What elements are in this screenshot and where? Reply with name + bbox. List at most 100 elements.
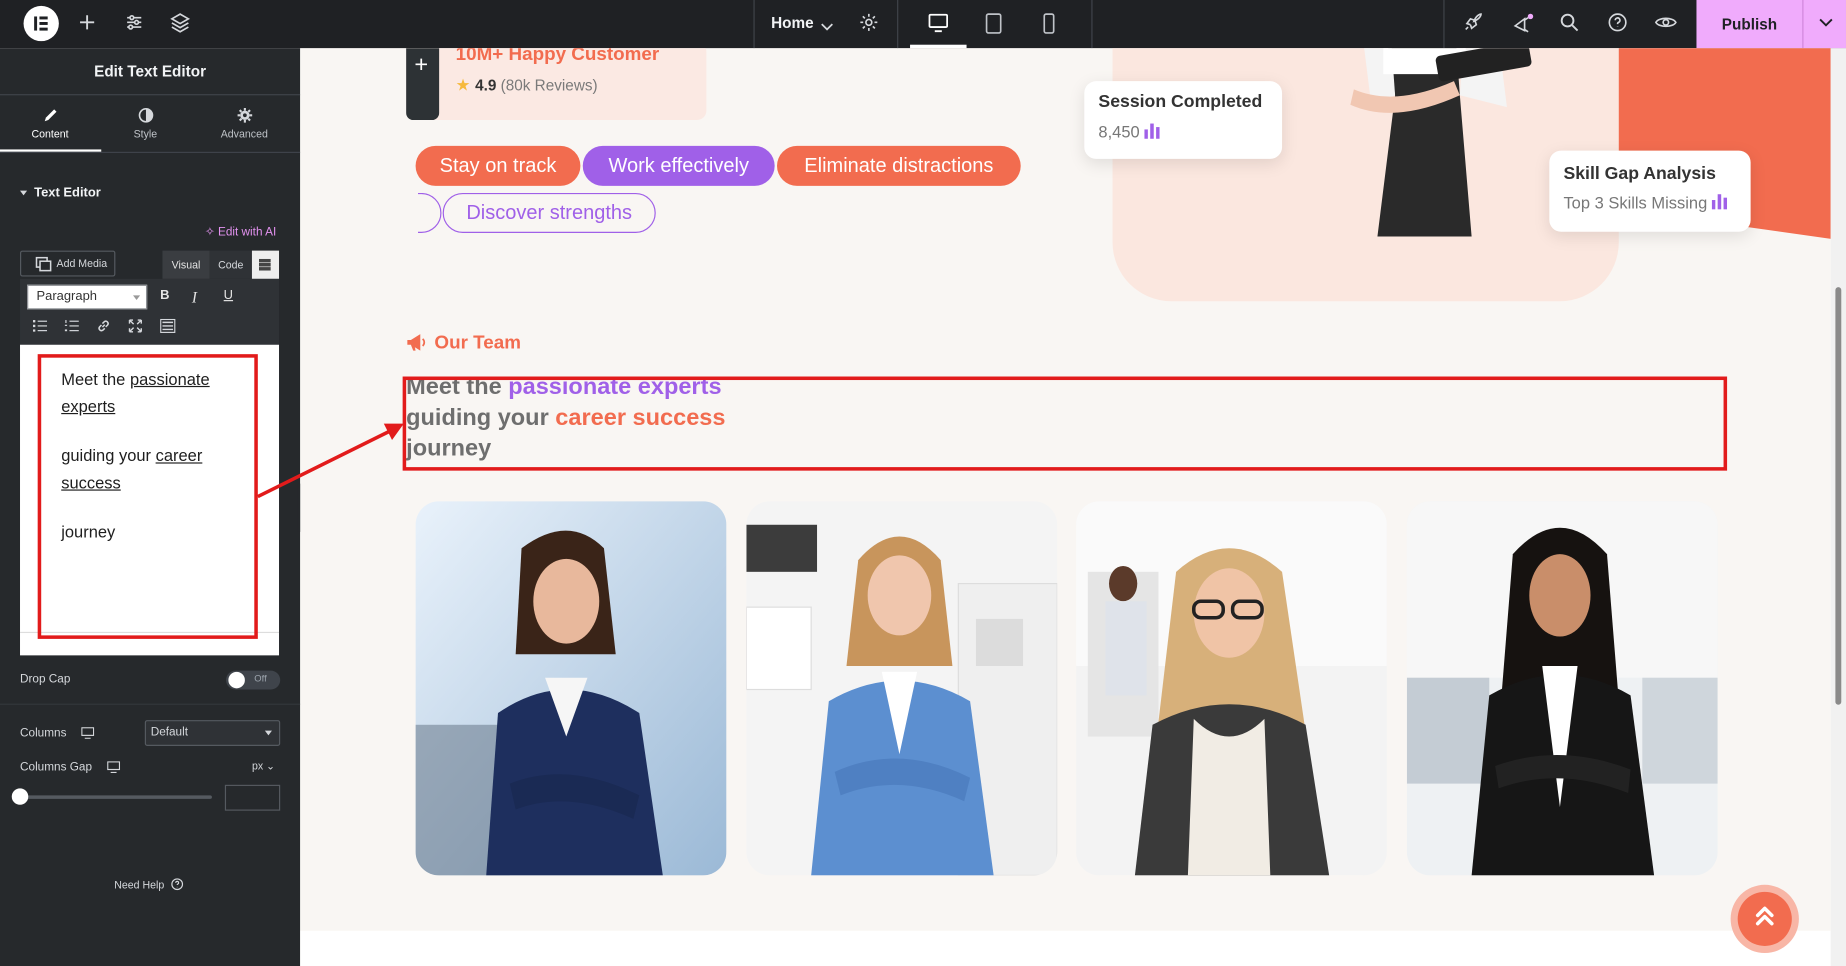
bold-button[interactable]: B [160,288,169,302]
search-icon[interactable] [1559,12,1583,36]
stat-card-title: Session Completed [1098,91,1263,112]
contrast-icon [138,108,153,123]
our-team-label: Our Team [434,332,521,353]
page-settings-icon[interactable] [858,12,882,36]
need-help-link[interactable]: Need Help [114,878,184,891]
edit-with-ai-link[interactable]: ✧ Edit with AI [205,226,276,239]
team-member-photo[interactable] [1406,501,1718,876]
add-icon: + [414,51,429,78]
team-member-photo[interactable] [415,501,727,876]
page-scrollbar[interactable] [1830,48,1846,966]
editor-panel: Edit Text Editor Content Style Advanced … [0,48,301,966]
mobile-icon[interactable] [1023,0,1080,48]
section-title: Text Editor [34,185,101,201]
pencil-icon [44,109,56,122]
drop-cap-label: Drop Cap [20,673,71,686]
tablet-icon[interactable] [967,0,1024,48]
bar-chart-icon [1144,123,1160,139]
happy-customer-title: 10M+ Happy Customer [455,48,660,65]
toolbar-toggle-button[interactable] [251,250,280,279]
divider [0,151,301,153]
megaphone-icon [407,334,426,351]
pill-tag[interactable]: Discover strengths [442,192,656,233]
settings-sliders-icon[interactable] [124,12,148,36]
bar-chart-icon [1711,194,1728,210]
bullet-list-icon[interactable] [32,320,48,332]
section-text-editor[interactable]: Text Editor [20,186,101,200]
stat-card-title: Skill Gap Analysis [1563,163,1716,184]
page-select[interactable]: Home [771,14,814,32]
skill-gap-card: Skill Gap Analysis Top 3 Skills Missing [1549,150,1751,232]
caret-down-icon [20,190,28,196]
caret-down-icon [133,295,141,301]
columns-select[interactable]: Default [144,720,281,746]
divider [1443,0,1445,49]
annotation-highlight-box [402,376,1728,471]
divider [897,0,899,49]
editor-toolbar: Paragraph B I U [20,278,280,345]
pill-tag[interactable]: Eliminate distractions [777,145,1021,186]
tab-advanced[interactable]: Advanced [194,107,294,140]
format-select-value: Paragraph [36,289,97,304]
pill-tag[interactable]: Stay on track [415,145,581,186]
underline-button[interactable]: U [224,288,233,302]
database-icon [259,258,271,271]
tab-code[interactable]: Code [209,250,252,279]
media-icon [35,256,52,272]
chevron-down-icon[interactable] [821,16,834,37]
pill-tag[interactable]: Work effectively [582,145,775,186]
chevron-down-icon: ⌄ [266,760,275,772]
unit-select-value: px [251,760,264,772]
add-section-handle[interactable]: + [406,48,440,121]
columns-gap-label: Columns Gap [20,761,92,775]
panel-title: Edit Text Editor [94,62,207,81]
section-label-our-team: Our Team [406,333,521,354]
tab-visual[interactable]: Visual [162,250,210,279]
elementor-logo-icon[interactable] [23,5,59,42]
columns-gap-slider-handle[interactable] [11,788,29,805]
columns-gap-input[interactable] [224,784,281,811]
rating-row: ★ 4.9 (80k Reviews) [456,75,598,95]
preview-icon[interactable] [1654,12,1678,36]
toggle-state: Off [254,673,267,684]
columns-label: Columns [20,727,67,741]
tab-style[interactable]: Style [95,107,195,140]
help-icon[interactable] [1607,12,1631,36]
edit-with-ai-label: Edit with AI [218,225,277,239]
publish-button[interactable]: Publish [1696,0,1803,49]
desktop-icon[interactable] [910,0,967,49]
add-icon[interactable] [77,12,101,36]
team-member-photo[interactable] [746,501,1058,876]
tab-content[interactable]: Content [0,107,100,140]
link-icon[interactable] [97,319,111,333]
annotation-highlight-box [37,354,258,639]
stat-card-value: 8,450 [1098,122,1160,141]
add-media-button[interactable]: Add Media [20,250,116,277]
notifications-icon[interactable] [1512,12,1536,36]
double-chevron-up-icon [1755,906,1774,926]
unit-select[interactable]: px ⌄ [252,760,275,773]
layers-icon[interactable] [170,12,194,36]
desktop-icon[interactable] [107,761,121,774]
team-member-photo[interactable] [1076,501,1387,876]
italic-button[interactable]: I [192,288,197,307]
tab-advanced-label: Advanced [220,128,268,141]
columns-select-value: Default [150,725,188,739]
rocket-icon[interactable] [1462,12,1486,36]
scroll-to-top-button[interactable] [1730,884,1799,954]
columns-gap-slider-track[interactable] [20,795,212,799]
format-select[interactable]: Paragraph [27,284,148,310]
fullscreen-icon[interactable] [128,319,142,333]
desktop-icon[interactable] [81,727,95,739]
publish-options-button[interactable] [1802,0,1846,49]
star-icon: ★ [455,75,471,95]
divider [753,0,755,49]
stat-value-text: Top 3 Skills Missing [1563,192,1708,212]
help-icon [171,878,184,891]
divider [0,94,301,96]
drop-cap-toggle[interactable]: Off [226,670,281,690]
numbered-list-icon[interactable] [64,320,79,332]
keyboard-icon[interactable] [160,318,176,333]
scrollbar-thumb[interactable] [1835,287,1842,705]
next-section [300,930,1831,966]
